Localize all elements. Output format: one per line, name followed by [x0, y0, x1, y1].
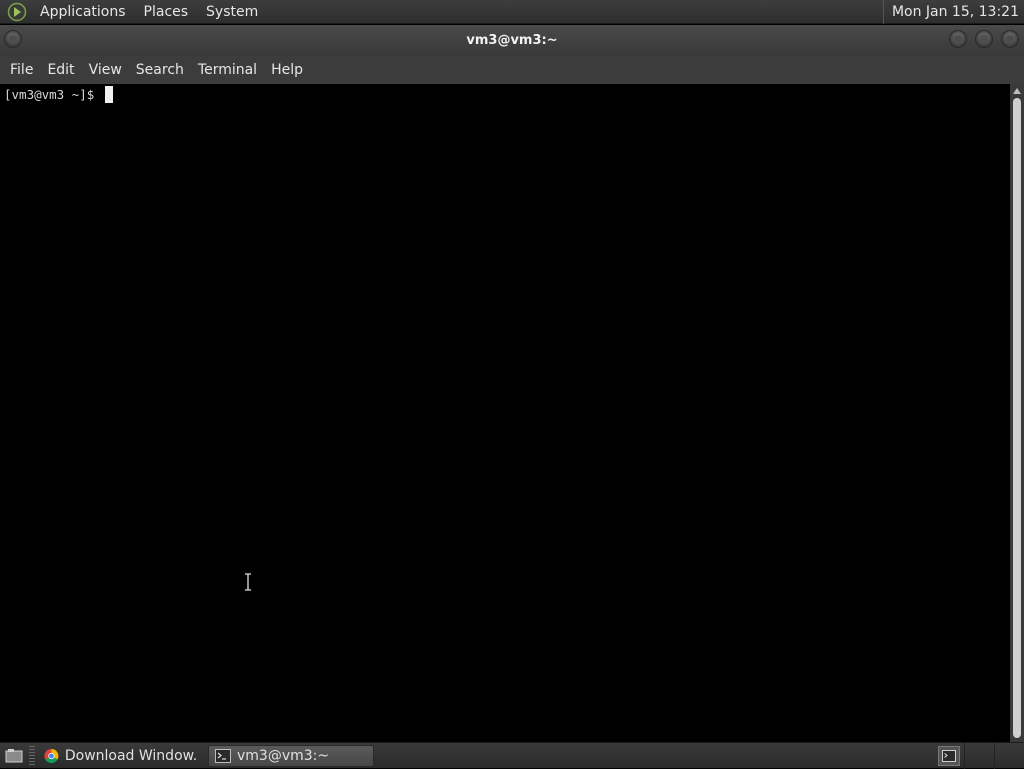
bottom-panel: Download Window... vm3@vm3:~ [0, 742, 1024, 769]
window-titlebar[interactable]: vm3@vm3:~ [0, 25, 1024, 55]
taskbar-item-browser[interactable]: Download Window... [38, 745, 202, 767]
menu-file[interactable]: File [3, 55, 40, 84]
text-cursor [104, 86, 113, 103]
menu-terminal[interactable]: Terminal [191, 55, 264, 84]
menu-view[interactable]: View [82, 55, 129, 84]
show-desktop-icon[interactable] [3, 746, 25, 766]
menu-help[interactable]: Help [264, 55, 310, 84]
terminal-menubar: File Edit View Search Terminal Help [0, 55, 1024, 84]
window-menu-button[interactable] [4, 30, 22, 48]
taskbar-item-terminal[interactable]: vm3@vm3:~ [208, 744, 374, 767]
terminal-icon [215, 748, 231, 763]
prompt-line: [vm3@vm3 ~]$ [4, 86, 113, 103]
clock[interactable]: Mon Jan 15, 13:21 [882, 0, 1024, 24]
menu-edit[interactable]: Edit [40, 55, 81, 84]
applications-menu[interactable]: Applications [34, 0, 132, 24]
taskbar-item-label: vm3@vm3:~ [237, 747, 330, 764]
scroll-up-arrow-icon[interactable] [1010, 84, 1024, 98]
terminal-area[interactable]: [vm3@vm3 ~]$ [0, 84, 1010, 742]
menu-search[interactable]: Search [129, 55, 191, 84]
distro-logo-icon[interactable] [6, 1, 28, 23]
scrollbar-thumb[interactable] [1013, 98, 1021, 738]
panel-handle[interactable] [29, 745, 35, 766]
chrome-icon [44, 748, 59, 763]
workspace-3[interactable] [994, 742, 1024, 769]
workspace-2[interactable] [964, 742, 994, 769]
ibeam-cursor-icon [245, 573, 251, 591]
minimize-button[interactable] [949, 30, 967, 48]
shell-prompt: [vm3@vm3 ~]$ [4, 87, 102, 102]
window-title: vm3@vm3:~ [466, 32, 558, 48]
close-button[interactable] [1001, 30, 1019, 48]
taskbar-item-label: Download Window... [64, 747, 196, 764]
terminal-icon [942, 749, 956, 762]
workspace-switcher [938, 742, 1024, 769]
top-panel: Applications Places System Mon Jan 15, 1… [0, 0, 1024, 24]
workspace-1[interactable] [938, 745, 960, 766]
terminal-scrollbar[interactable] [1010, 84, 1024, 742]
system-menu[interactable]: System [200, 0, 264, 24]
places-menu[interactable]: Places [138, 0, 195, 24]
maximize-button[interactable] [975, 30, 993, 48]
